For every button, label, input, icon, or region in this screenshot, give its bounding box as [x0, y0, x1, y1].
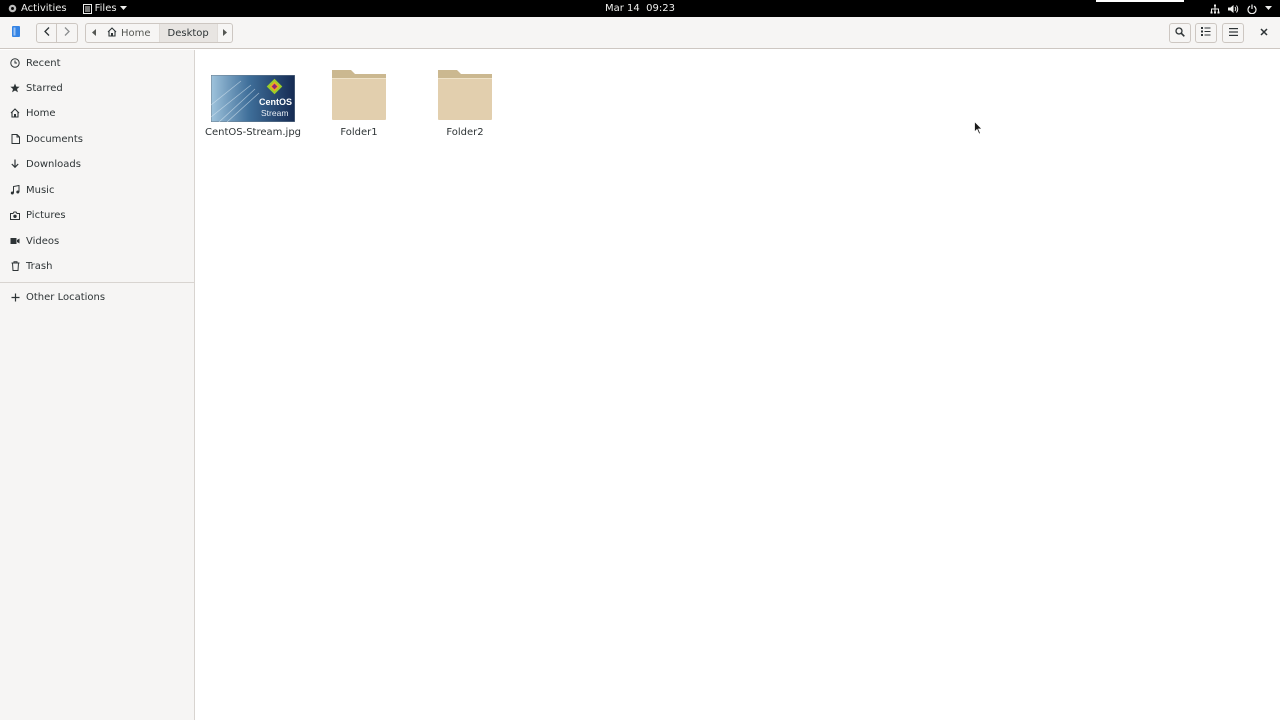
sidebar-item-label: Trash [26, 260, 53, 272]
path-scroll-right-button[interactable] [216, 24, 232, 42]
thumbnail-text-stream: Stream [261, 108, 288, 118]
sidebar-separator [0, 282, 194, 283]
sidebar-toggle-button[interactable] [8, 23, 24, 43]
music-icon [10, 185, 20, 195]
file-name: Folder2 [446, 127, 484, 138]
home-icon [10, 108, 20, 118]
sidebar-item-label: Documents [26, 133, 84, 145]
sidebar-item-music[interactable]: Music [0, 178, 194, 202]
video-icon [10, 236, 20, 246]
sidebar-item-starred[interactable]: Starred [0, 76, 194, 100]
sidebar-item-label: Recent [26, 57, 61, 69]
plus-icon [10, 292, 20, 302]
sidebar-item-label: Other Locations [26, 291, 106, 303]
caret-down-icon [119, 6, 127, 11]
search-button[interactable] [1169, 23, 1191, 43]
network-icon [1210, 4, 1220, 14]
top-bar: Activities Files Mar 14 09:23 [0, 0, 1280, 17]
sidebar-item-trash[interactable]: Trash [0, 254, 194, 278]
sidebar-item-recent[interactable]: Recent [0, 51, 194, 75]
view-toggle-button[interactable] [1195, 23, 1217, 43]
sidebar-toggle-icon [12, 26, 20, 40]
file-name: Folder1 [340, 127, 378, 138]
volume-icon [1228, 4, 1239, 14]
breadcrumb-desktop[interactable]: Desktop [158, 24, 217, 42]
folder-item-folder2[interactable]: Folder2 [417, 64, 513, 138]
sidebar-item-label: Music [26, 184, 55, 196]
file-item-centos-stream[interactable]: CentOS Stream CentOS-Stream.jpg [205, 64, 301, 138]
activities-label: Activities [21, 3, 67, 14]
document-icon [10, 134, 20, 144]
caret-down-icon [1265, 6, 1272, 11]
chevron-right-icon [64, 27, 70, 39]
forward-button[interactable] [57, 23, 78, 43]
activities-button[interactable]: Activities [6, 0, 71, 17]
trash-icon [10, 261, 20, 271]
clock[interactable]: Mar 14 09:23 [605, 3, 675, 14]
back-button[interactable] [36, 23, 57, 43]
list-view-icon [1201, 27, 1211, 39]
clock-icon [10, 58, 20, 68]
download-icon [10, 159, 20, 169]
folder-item-folder1[interactable]: Folder1 [311, 64, 407, 138]
home-icon [107, 26, 117, 40]
caret-left-icon [91, 28, 96, 39]
path-bar: Home Desktop [85, 23, 233, 43]
sidebar-item-documents[interactable]: Documents [0, 127, 194, 151]
star-icon [10, 83, 20, 93]
header-bar: Home Desktop [0, 17, 1280, 49]
breadcrumb-desktop-label: Desktop [167, 27, 209, 39]
caret-right-icon [222, 28, 227, 39]
sidebar-item-label: Pictures [26, 209, 66, 221]
sidebar-item-label: Home [26, 107, 56, 119]
sidebar: Recent Starred Home Documents Downloads … [0, 50, 195, 720]
app-menu[interactable]: Files [82, 0, 127, 17]
mouse-pointer-icon [974, 120, 983, 138]
app-menu-label: Files [94, 3, 117, 14]
breadcrumb-home[interactable]: Home [101, 24, 159, 42]
top-bar-accent [1096, 0, 1184, 2]
search-icon [1175, 26, 1185, 40]
main-menu-button[interactable] [1222, 23, 1244, 43]
sidebar-item-label: Starred [26, 82, 63, 94]
power-icon [1247, 4, 1257, 14]
path-scroll-left-button[interactable] [86, 24, 101, 42]
close-icon [1260, 27, 1268, 39]
sidebar-item-videos[interactable]: Videos [0, 229, 194, 253]
sidebar-item-home[interactable]: Home [0, 101, 194, 125]
folder-icon [331, 64, 387, 122]
hamburger-menu-icon [1228, 27, 1238, 39]
sidebar-item-label: Videos [26, 235, 60, 247]
image-thumbnail: CentOS Stream [211, 64, 295, 122]
sidebar-item-other-locations[interactable]: Other Locations [0, 285, 194, 309]
files-app-icon [82, 3, 92, 14]
close-window-button[interactable] [1255, 23, 1273, 43]
chevron-left-icon [43, 27, 50, 39]
sidebar-item-downloads[interactable]: Downloads [0, 152, 194, 176]
thumbnail-text-centos: CentOS [259, 97, 292, 107]
folder-icon [437, 64, 493, 122]
camera-icon [10, 210, 20, 220]
sidebar-item-label: Downloads [26, 158, 81, 170]
system-tray[interactable] [1210, 0, 1272, 17]
breadcrumb-home-label: Home [121, 27, 151, 39]
file-view[interactable]: CentOS Stream CentOS-Stream.jpg Folder1 … [195, 50, 1280, 720]
file-name: CentOS-Stream.jpg [204, 127, 302, 138]
centos-logo-icon [8, 4, 17, 13]
sidebar-item-pictures[interactable]: Pictures [0, 203, 194, 227]
